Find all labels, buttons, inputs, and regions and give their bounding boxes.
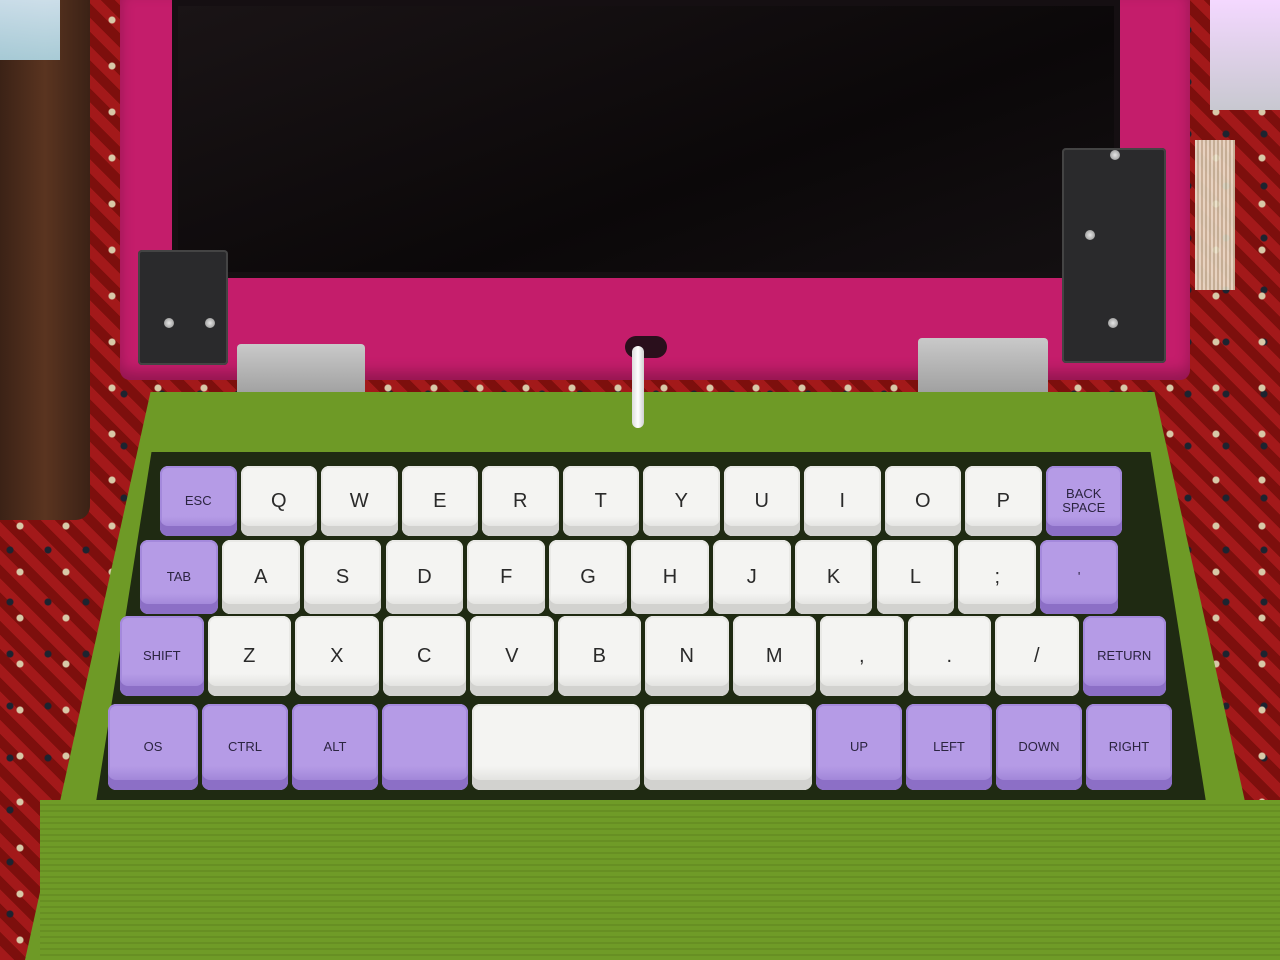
- key-j[interactable]: J: [712, 540, 791, 614]
- key-blank[interactable]: [472, 704, 640, 790]
- key-h[interactable]: H: [631, 540, 709, 614]
- key-q[interactable]: Q: [240, 466, 317, 536]
- key-z[interactable]: Z: [207, 616, 291, 696]
- key-g[interactable]: G: [549, 540, 627, 614]
- key-f[interactable]: F: [467, 540, 546, 614]
- key-return[interactable]: RETURN: [1082, 616, 1166, 696]
- key-blank[interactable]: ': [1040, 540, 1118, 614]
- key-tab[interactable]: TAB: [140, 540, 218, 614]
- key-n[interactable]: N: [645, 616, 729, 696]
- key-blank[interactable]: /: [995, 616, 1079, 696]
- key-blank[interactable]: ,: [820, 616, 904, 696]
- key-x[interactable]: X: [295, 616, 379, 696]
- key-y[interactable]: Y: [643, 466, 720, 536]
- key-e[interactable]: E: [401, 466, 478, 536]
- key-s[interactable]: S: [303, 540, 382, 614]
- right-hinge-plate: [1062, 148, 1166, 363]
- white-cable: [632, 346, 644, 428]
- screw: [164, 318, 174, 328]
- wooden-object: [0, 0, 90, 520]
- screw: [1110, 150, 1120, 160]
- key-blank[interactable]: [644, 704, 812, 790]
- key-c[interactable]: C: [382, 616, 466, 696]
- rug-fringe: [1195, 140, 1235, 290]
- key-down[interactable]: DOWN: [996, 704, 1082, 790]
- key-back-space[interactable]: BACK SPACE: [1045, 466, 1122, 536]
- key-a[interactable]: A: [221, 540, 300, 614]
- screw: [205, 318, 215, 328]
- key-m[interactable]: M: [732, 616, 816, 696]
- key-v[interactable]: V: [470, 616, 554, 696]
- key-d[interactable]: D: [385, 540, 464, 614]
- key-l[interactable]: L: [876, 540, 955, 614]
- key-shift[interactable]: SHIFT: [120, 616, 204, 696]
- key-alt[interactable]: ALT: [292, 704, 378, 790]
- light-glow-left: [0, 0, 60, 60]
- key-i[interactable]: I: [804, 466, 881, 536]
- left-hinge-plate: [138, 250, 228, 365]
- light-glow-right: [1210, 0, 1280, 110]
- key-right[interactable]: RIGHT: [1086, 704, 1172, 790]
- screw: [1085, 230, 1095, 240]
- key-w[interactable]: W: [321, 466, 398, 536]
- key-k[interactable]: K: [794, 540, 873, 614]
- key-t[interactable]: T: [562, 466, 639, 536]
- key-blank[interactable]: .: [907, 616, 991, 696]
- key-left[interactable]: LEFT: [906, 704, 992, 790]
- screw: [1108, 318, 1118, 328]
- laptop-screen: [172, 0, 1120, 278]
- key-up[interactable]: UP: [816, 704, 902, 790]
- key-ctrl[interactable]: CTRL: [202, 704, 288, 790]
- key-blank[interactable]: [382, 704, 468, 790]
- key-b[interactable]: B: [557, 616, 641, 696]
- key-blank[interactable]: ;: [958, 540, 1037, 614]
- key-p[interactable]: P: [965, 466, 1042, 536]
- key-u[interactable]: U: [723, 466, 800, 536]
- key-os[interactable]: OS: [108, 704, 198, 790]
- key-o[interactable]: O: [884, 466, 961, 536]
- key-esc[interactable]: ESC: [160, 466, 237, 536]
- palm-rest: [40, 800, 1280, 960]
- key-r[interactable]: R: [482, 466, 559, 536]
